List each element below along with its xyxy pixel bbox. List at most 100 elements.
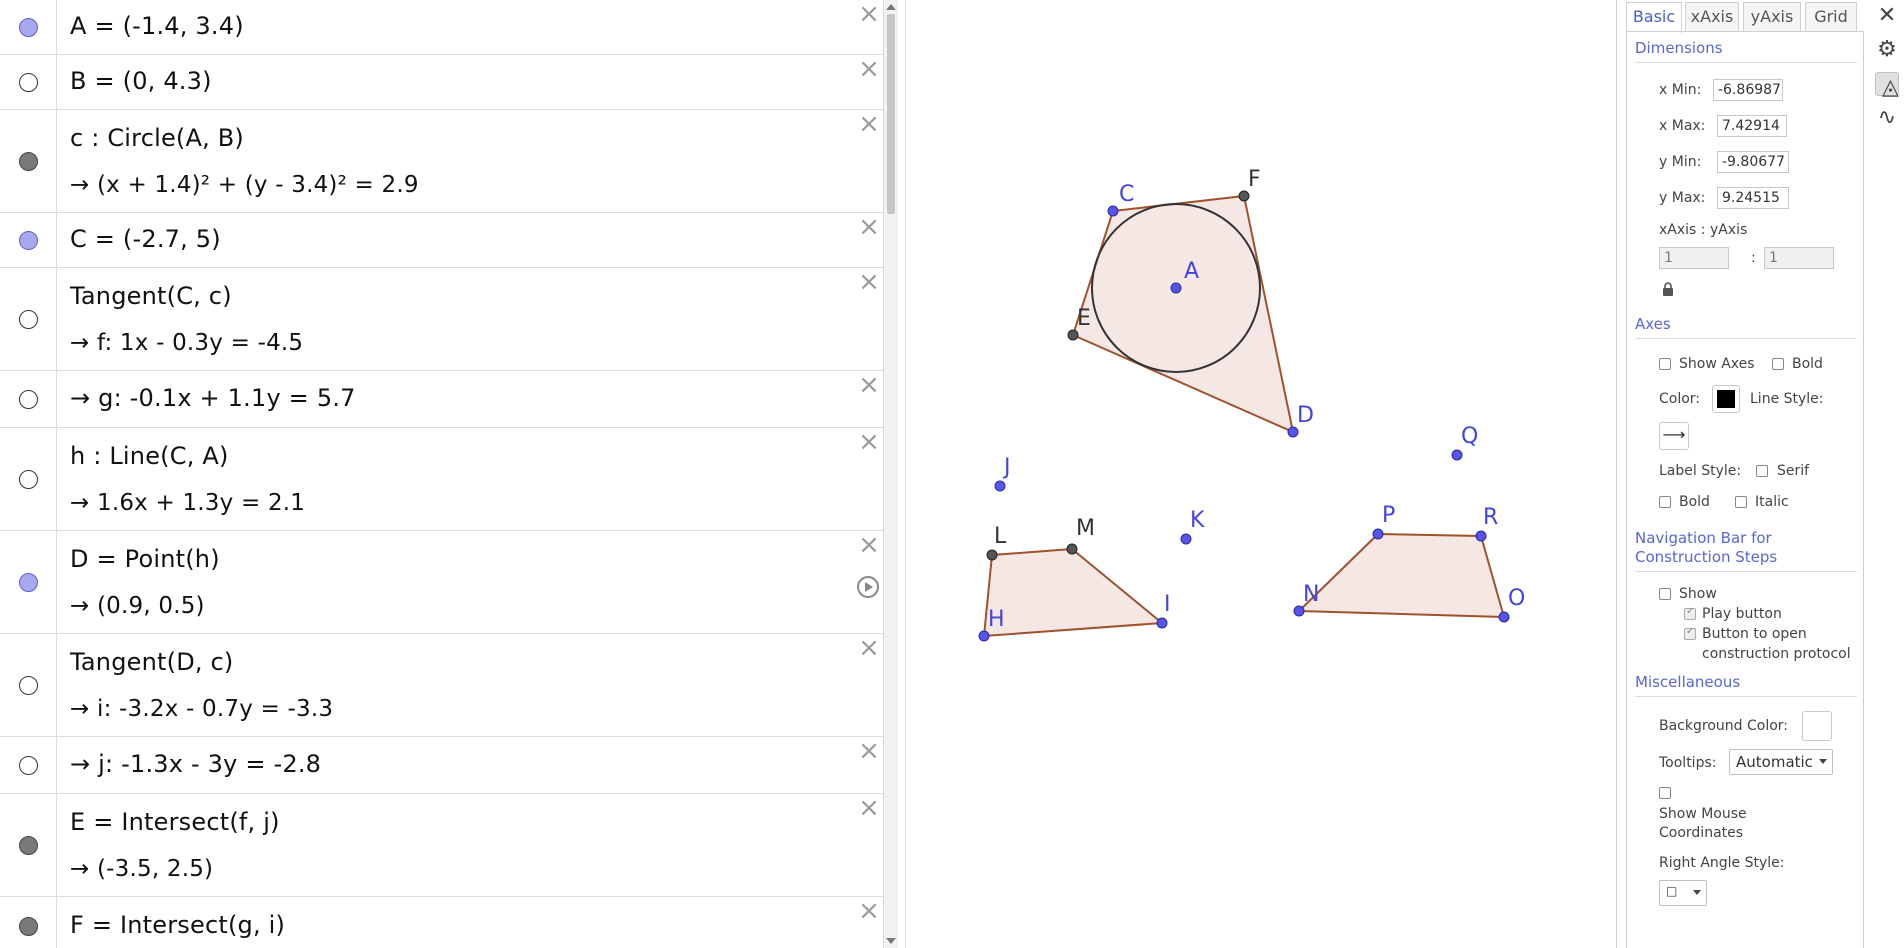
algebra-input[interactable]: D = Point(h) <box>70 545 220 573</box>
graphics-canvas[interactable]: A C F E D J Q L M K H I P R N O <box>906 0 1616 948</box>
delete-row-icon[interactable]: × <box>858 1 880 27</box>
close-icon[interactable]: ✕ <box>1875 4 1899 28</box>
visibility-toggle[interactable] <box>19 470 38 489</box>
delete-row-icon[interactable]: × <box>858 429 880 455</box>
show-axes-checkbox[interactable] <box>1659 358 1671 370</box>
xmax-input[interactable]: 7.42914 <box>1717 115 1787 137</box>
delete-row-icon[interactable]: × <box>858 56 880 82</box>
tab-grid[interactable]: Grid <box>1805 2 1857 32</box>
lock-icon[interactable] <box>1662 281 1674 296</box>
visibility-toggle[interactable] <box>19 390 38 409</box>
point-c[interactable] <box>1107 205 1119 217</box>
bg-color-button[interactable] <box>1802 711 1832 741</box>
polygon-lmih[interactable] <box>983 548 1163 637</box>
visibility-toggle[interactable] <box>19 676 38 695</box>
delete-row-icon[interactable]: × <box>858 635 880 661</box>
visibility-toggle[interactable] <box>19 917 38 936</box>
visibility-toggle[interactable] <box>19 231 38 250</box>
algebra-input[interactable]: → j: -1.3x - 3y = -2.8 <box>70 750 321 778</box>
open-protocol-checkbox[interactable] <box>1684 626 1696 640</box>
point-q[interactable] <box>1451 449 1463 461</box>
algebra-row[interactable]: h : Line(C, A) → 1.6x + 1.3y = 2.1 × <box>0 428 884 531</box>
line-style-button[interactable]: ⟶ <box>1659 422 1689 450</box>
algebra-input[interactable]: → g: -0.1x + 1.1y = 5.7 <box>70 384 356 412</box>
point-e[interactable] <box>1067 329 1079 341</box>
graphics-view[interactable]: A C F E D J Q L M K H I P R N O <box>906 0 1616 948</box>
right-angle-style-select[interactable]: □ <box>1659 880 1707 906</box>
visibility-toggle[interactable] <box>19 310 38 329</box>
delete-row-icon[interactable]: × <box>858 532 880 558</box>
algebra-scrollbar[interactable] <box>884 0 898 948</box>
algebra-input[interactable]: c : Circle(A, B) <box>70 124 244 152</box>
play-button-checkbox[interactable] <box>1684 606 1696 620</box>
nav-show-checkbox[interactable] <box>1659 588 1671 600</box>
tab-xaxis[interactable]: xAxis <box>1685 2 1739 32</box>
point-l[interactable] <box>986 549 998 561</box>
view-divider[interactable] <box>898 0 906 948</box>
algebra-input[interactable]: B = (0, 4.3) <box>70 67 212 95</box>
label-bold-checkbox[interactable] <box>1659 496 1671 508</box>
point-d[interactable] <box>1287 426 1299 438</box>
algebra-row[interactable]: C = (-2.7, 5) × <box>0 213 884 268</box>
tangent-quadrilateral[interactable] <box>1072 195 1294 433</box>
algebra-row[interactable]: Tangent(C, c) → f: 1x - 0.3y = -4.5 × <box>0 268 884 371</box>
function-graph-icon[interactable]: ∿ <box>1875 106 1899 130</box>
algebra-input[interactable]: F = Intersect(g, i) <box>70 911 285 939</box>
delete-row-icon[interactable]: × <box>858 214 880 240</box>
delete-row-icon[interactable]: × <box>858 372 880 398</box>
tooltips-select[interactable]: Automatic <box>1729 749 1833 775</box>
algebra-input[interactable]: A = (-1.4, 3.4) <box>70 12 244 40</box>
point-h[interactable] <box>978 630 990 642</box>
algebra-row[interactable]: Tangent(D, c) → i: -3.2x - 0.7y = -3.3 × <box>0 634 884 737</box>
point-i[interactable] <box>1156 617 1168 629</box>
point-a[interactable] <box>1170 282 1182 294</box>
serif-checkbox[interactable] <box>1756 465 1768 477</box>
scroll-down-arrow-icon[interactable] <box>886 938 896 944</box>
tab-yaxis[interactable]: yAxis <box>1743 2 1801 32</box>
point-p[interactable] <box>1372 528 1384 540</box>
ratio-x-input[interactable]: 1 <box>1659 247 1729 269</box>
ymax-input[interactable]: 9.24515 <box>1717 187 1789 209</box>
delete-row-icon[interactable]: × <box>858 738 880 764</box>
mouse-coords-checkbox[interactable] <box>1659 787 1671 799</box>
point-r[interactable] <box>1475 530 1487 542</box>
algebra-row[interactable]: → g: -0.1x + 1.1y = 5.7 × <box>0 371 884 428</box>
point-k[interactable] <box>1180 533 1192 545</box>
algebra-row[interactable]: c : Circle(A, B) → (x + 1.4)² + (y - 3.4)… <box>0 110 884 213</box>
point-j[interactable] <box>994 480 1006 492</box>
scroll-up-arrow-icon[interactable] <box>886 4 896 10</box>
algebra-input[interactable]: E = Intersect(f, j) <box>70 808 280 836</box>
ratio-y-input[interactable]: 1 <box>1764 247 1834 269</box>
point-m[interactable] <box>1066 543 1078 555</box>
visibility-toggle[interactable] <box>19 152 38 171</box>
algebra-input[interactable]: h : Line(C, A) <box>70 442 229 470</box>
delete-row-icon[interactable]: × <box>858 269 880 295</box>
delete-row-icon[interactable]: × <box>858 111 880 137</box>
algebra-row[interactable]: B = (0, 4.3) × <box>0 55 884 110</box>
algebra-row[interactable]: → j: -1.3x - 3y = -2.8 × <box>0 737 884 794</box>
gear-icon[interactable]: ⚙ <box>1875 38 1899 62</box>
algebra-row[interactable]: A = (-1.4, 3.4) × <box>0 0 884 55</box>
algebra-row[interactable]: E = Intersect(f, j) → (-3.5, 2.5) × <box>0 794 884 897</box>
ymin-input[interactable]: -9.80677 <box>1717 151 1789 173</box>
tab-basic[interactable]: Basic <box>1626 2 1682 33</box>
point-o[interactable] <box>1498 611 1510 623</box>
visibility-toggle[interactable] <box>19 756 38 775</box>
scroll-thumb[interactable] <box>887 14 895 214</box>
animation-play-icon[interactable] <box>857 576 879 598</box>
visibility-toggle[interactable] <box>19 836 38 855</box>
delete-row-icon[interactable]: × <box>858 795 880 821</box>
polygon-prom[interactable] <box>1298 533 1505 618</box>
visibility-toggle[interactable] <box>19 18 38 37</box>
delete-row-icon[interactable]: × <box>858 898 880 924</box>
axes-bold-checkbox[interactable] <box>1772 358 1784 370</box>
algebra-row[interactable]: D = Point(h) → (0.9, 0.5) × <box>0 531 884 634</box>
label-italic-checkbox[interactable] <box>1735 496 1747 508</box>
visibility-toggle[interactable] <box>19 73 38 92</box>
algebra-input[interactable]: Tangent(C, c) <box>70 282 232 310</box>
axes-color-button[interactable] <box>1712 385 1740 413</box>
algebra-input[interactable]: Tangent(D, c) <box>70 648 234 676</box>
algebra-row[interactable]: F = Intersect(g, i) × <box>0 897 884 948</box>
algebra-input[interactable]: C = (-2.7, 5) <box>70 225 221 253</box>
point-n[interactable] <box>1293 605 1305 617</box>
